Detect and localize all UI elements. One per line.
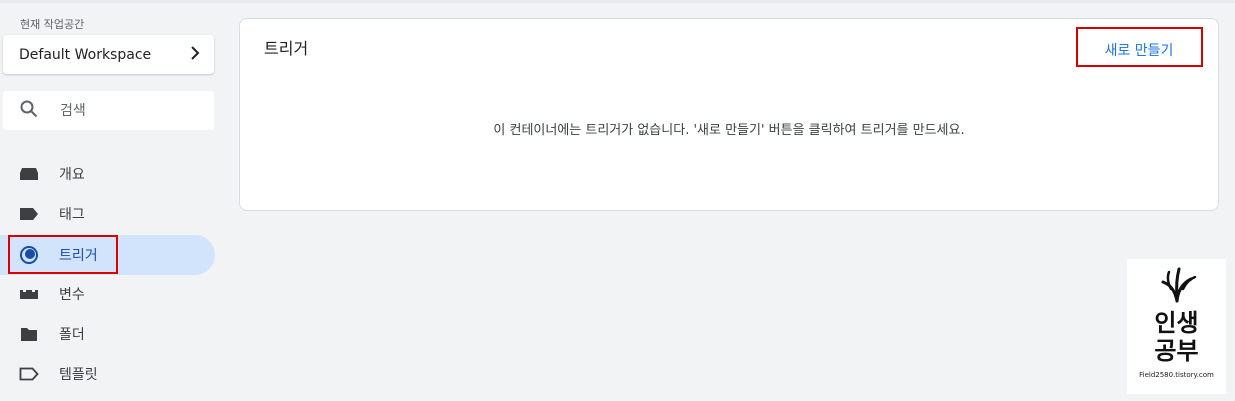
folder-icon xyxy=(19,324,39,344)
sidebar-item-label: 템플릿 xyxy=(59,367,98,383)
workspace-selector[interactable]: Default Workspace xyxy=(3,35,214,74)
search-icon xyxy=(20,100,38,122)
variables-icon xyxy=(19,284,39,304)
new-trigger-button[interactable]: 새로 만들기 xyxy=(1078,35,1200,65)
watermark-line1: 인생 xyxy=(1154,309,1199,337)
search-input[interactable] xyxy=(58,101,202,120)
tag-icon xyxy=(19,204,39,224)
watermark-url: Field2580.tistory.com xyxy=(1139,371,1214,379)
sidebar-item-overview[interactable]: 개요 xyxy=(0,154,215,194)
sidebar-item-label: 태그 xyxy=(59,207,85,223)
sidebar-item-label: 변수 xyxy=(59,287,85,303)
chevron-right-icon xyxy=(190,45,200,64)
sidebar-item-templates[interactable]: 템플릿 xyxy=(0,354,215,394)
sidebar-item-triggers[interactable]: 트리거 xyxy=(0,235,215,275)
search-box[interactable] xyxy=(3,91,214,130)
plant-icon xyxy=(1161,267,1196,303)
overview-icon xyxy=(19,164,39,184)
sidebar-item-label: 개요 xyxy=(59,167,85,183)
watermark-line2: 공부 xyxy=(1154,337,1199,365)
triggers-card: 트리거 새로 만들기 이 컨테이너에는 트리거가 없습니다. '새로 만들기' … xyxy=(239,18,1219,211)
sidebar-item-folders[interactable]: 폴더 xyxy=(0,314,215,354)
trigger-icon xyxy=(19,245,39,265)
page-title: 트리거 xyxy=(264,39,309,58)
watermark-logo: 인생 공부 Field2580.tistory.com xyxy=(1127,259,1226,394)
template-icon xyxy=(19,364,39,384)
workspace-caption: 현재 작업공간 xyxy=(20,18,85,31)
workspace-name: Default Workspace xyxy=(19,46,152,63)
sidebar-item-label: 트리거 xyxy=(59,248,98,264)
sidebar-item-variables[interactable]: 변수 xyxy=(0,274,215,314)
empty-state-message: 이 컨테이너에는 트리거가 없습니다. '새로 만들기' 버튼을 클릭하여 트리… xyxy=(493,123,965,138)
top-divider xyxy=(0,0,1235,3)
sidebar-item-label: 폴더 xyxy=(59,327,85,343)
sidebar-item-tags[interactable]: 태그 xyxy=(0,194,215,234)
